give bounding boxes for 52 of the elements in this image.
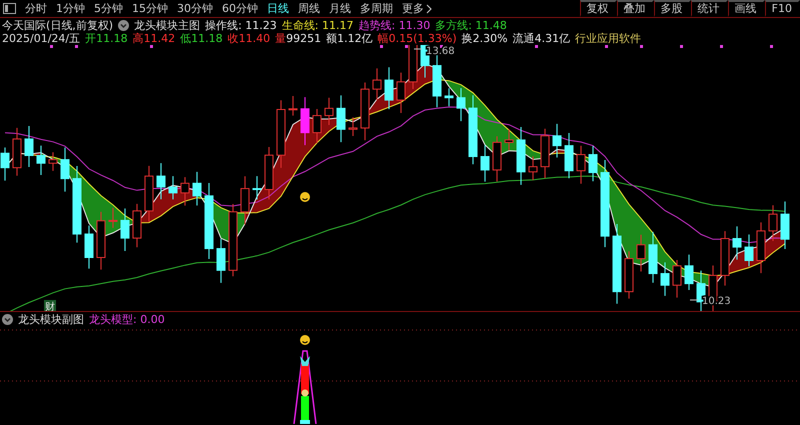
more-menu[interactable]: 更多: [402, 1, 432, 16]
period-tab[interactable]: 30分钟: [177, 1, 213, 16]
field-value: 1.12亿: [337, 32, 373, 45]
indicator-value: 生命线: 11.17: [282, 18, 354, 32]
period-tab[interactable]: 周线: [298, 1, 320, 16]
period-tab[interactable]: 5分钟: [94, 1, 123, 16]
smiley-icon: [300, 192, 310, 202]
toolbar-button[interactable]: 画线: [728, 0, 765, 17]
field-value: 2.30%: [472, 32, 508, 45]
field-value: 11.18: [191, 32, 223, 45]
period-tab[interactable]: 60分钟: [222, 1, 258, 16]
field-value: 11.42: [144, 32, 176, 45]
industry-label: 行业应用软件: [575, 31, 642, 46]
field-label: 收: [228, 32, 239, 45]
field-value: 11.18: [96, 32, 128, 45]
toolbar-button[interactable]: 复权: [580, 0, 617, 17]
field-value: 4.31亿: [534, 32, 570, 45]
toolbar-button[interactable]: 多股: [654, 0, 691, 17]
indicator-value: 龙头模型: 0.00: [89, 312, 165, 326]
leader-line: [414, 48, 422, 50]
security-title: 今天国际(日线,前复权): [2, 18, 114, 33]
indicator-name: 龙头模块主图: [134, 18, 200, 32]
period-tab[interactable]: 1分钟: [56, 1, 85, 16]
field-value: 0.15(1.33%): [388, 32, 457, 45]
chevron-circle-icon[interactable]: [118, 20, 130, 31]
field-label: 量: [275, 32, 286, 45]
quote-date: 2025/01/24/五: [2, 31, 80, 46]
indicator-value: 多方线: 11.48: [435, 18, 507, 33]
event-marker-badge[interactable]: 财: [44, 300, 56, 311]
indicator-value: 操作线: 11.23: [205, 18, 277, 33]
field-label: 换: [462, 32, 473, 45]
field-value: 11.40: [238, 32, 270, 45]
field-label: 幅: [378, 32, 389, 45]
toolbar-button[interactable]: 叠加: [616, 0, 654, 17]
field-label: 流通: [512, 32, 535, 45]
toolbar-button[interactable]: 统计: [690, 0, 728, 17]
field-value: 99251: [286, 32, 322, 45]
period-tab[interactable]: 15分钟: [132, 1, 168, 16]
field-label: 额: [326, 32, 338, 45]
indicator-value: 趋势线: 11.30: [358, 18, 430, 33]
field-label: 开: [85, 32, 96, 45]
period-tab[interactable]: 多周期: [360, 1, 393, 16]
sub-chart-title: 龙头模块副图: [18, 312, 84, 326]
field-label: 低: [180, 32, 192, 45]
period-tab[interactable]: 分时: [25, 1, 47, 16]
toolbar-button[interactable]: F10: [764, 0, 800, 17]
period-tab[interactable]: 日线: [267, 1, 289, 16]
sidebar-toggle-icon[interactable]: [3, 3, 16, 14]
chevron-circle-icon[interactable]: [2, 314, 13, 324]
chevron-right-icon[interactable]: [426, 4, 432, 14]
field-label: 高: [132, 32, 144, 45]
period-tab[interactable]: 月线: [329, 1, 351, 16]
